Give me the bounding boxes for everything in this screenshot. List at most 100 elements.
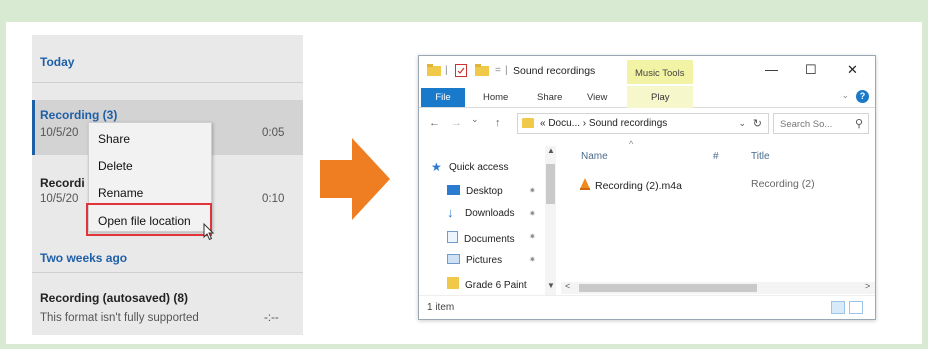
scroll-down-icon[interactable]: ▼ [547,281,555,290]
pin-icon: ✷ [529,209,536,218]
qat-dropdown-icon[interactable]: = [495,65,501,76]
address-path: « Docu... › Sound recordings [540,118,668,129]
menu-item-share[interactable]: Share [98,132,130,146]
file-explorer-window: | = | Sound recordings Music Tools — ☐ ✕… [418,55,876,320]
nav-item-documents[interactable]: Documents [447,231,515,245]
file-title: Recording (2) [751,178,815,190]
highlight-box [86,203,212,236]
properties-icon[interactable] [455,64,467,77]
expand-ribbon-icon[interactable]: ⌄ [841,90,849,101]
mouse-cursor-icon [203,223,215,241]
address-row: ← → ⌄ ↑ « Docu... › Sound recordings ⌄ ↻… [419,109,875,137]
navigation-pane: ★ Quick access Desktop ✷ ↓ Downloads ✷ Doc… [419,138,559,296]
section-today: Today [40,55,75,69]
status-bar: 1 item [419,295,875,319]
desktop-icon [447,185,460,195]
up-button[interactable]: ↑ [495,117,501,129]
pictures-icon [447,254,460,264]
folder-icon [522,118,534,128]
divider [32,82,303,83]
scrollbar-thumb[interactable] [546,164,555,204]
recording-note: This format isn't fully supported [40,312,199,324]
nav-item-pictures[interactable]: Pictures [447,254,502,266]
item-count: 1 item [427,302,455,313]
tab-file[interactable]: File [421,88,465,107]
arrow-right-icon [320,138,390,220]
new-folder-icon[interactable] [475,64,489,76]
menu-item-rename[interactable]: Rename [98,186,143,200]
nav-item-desktop[interactable]: Desktop [447,185,503,197]
pin-icon: ✷ [529,232,536,241]
star-icon: ★ [431,160,442,174]
nav-item-label: Pictures [466,255,503,266]
tab-play[interactable]: Play [627,86,693,108]
folder-icon [447,277,459,289]
large-icons-view-icon[interactable] [849,301,863,314]
search-placeholder: Search So... [780,119,833,130]
menu-item-delete[interactable]: Delete [98,159,133,173]
column-header-number[interactable]: # [713,151,719,162]
recording-duration: 0:10 [262,193,285,205]
title-separator: | [505,65,508,76]
scroll-right-icon[interactable]: > [865,281,870,291]
nav-item-label: Grade 6 Paint [465,280,527,291]
nav-item-label: Desktop [466,186,503,197]
column-header-name[interactable]: Name [581,151,608,162]
recording-title: Recordi [40,176,85,190]
selection-indicator [32,100,35,155]
search-icon: ⚲ [854,118,863,130]
close-button[interactable]: ✕ [847,62,858,78]
nav-item-label: Quick access [449,162,509,173]
scroll-left-icon[interactable]: < [565,281,570,291]
tab-view[interactable]: View [587,92,607,103]
help-icon[interactable]: ? [856,90,869,103]
tab-home[interactable]: Home [483,92,508,103]
forward-button[interactable]: → [451,117,462,129]
refresh-icon[interactable]: ↻ [753,117,762,130]
tab-play-label: Play [651,92,670,103]
column-header-title[interactable]: Title [751,151,770,162]
title-bar: | = | Sound recordings Music Tools — ☐ ✕ [419,56,875,86]
recording-title: Recording (3) [40,108,118,122]
back-button[interactable]: ← [429,117,440,129]
scroll-up-icon[interactable]: ▲ [547,146,555,155]
recording-duration: -:-- [264,312,279,324]
recent-locations-button[interactable]: ⌄ [471,114,479,125]
nav-item-label: Downloads [465,208,515,219]
minimize-button[interactable]: — [765,62,778,77]
nav-item-downloads[interactable]: ↓ Downloads [447,205,515,220]
pin-icon: ✷ [529,255,536,264]
sort-indicator-icon: ^ [629,139,634,149]
context-tab-group-label: Music Tools [635,68,685,79]
tab-share[interactable]: Share [537,92,562,103]
vlc-file-icon [580,178,590,190]
pin-icon: ✷ [529,186,536,195]
file-row[interactable]: Recording (2).m4a [579,178,682,192]
section-two-weeks-ago: Two weeks ago [40,251,128,265]
context-tab-group: Music Tools [627,60,693,84]
divider [32,272,303,273]
file-list: ^ Name # Title Recording (2).m4a Recordi… [561,138,875,296]
nav-scrollbar[interactable]: ▲ ▼ [545,146,556,296]
recording-duration: 0:05 [262,127,285,139]
address-bar[interactable]: « Docu... › Sound recordings ⌄ ↻ [517,113,769,134]
nav-item-label: Documents [464,234,515,245]
recording-date: 10/5/20 [40,193,79,205]
address-dropdown-icon[interactable]: ⌄ [738,118,746,129]
maximize-button[interactable]: ☐ [805,62,817,78]
horizontal-scrollbar[interactable]: < > [561,281,875,294]
scrollbar-thumb[interactable] [579,284,757,292]
nav-item-grade-6-paint[interactable]: Grade 6 Paint [447,277,527,291]
download-icon: ↓ [447,205,454,220]
folder-icon [427,64,441,76]
recording-date: 10/5/20 [40,127,79,139]
nav-item-quick-access[interactable]: ★ Quick access [431,160,509,174]
documents-icon [447,231,458,243]
recording-title: Recording (autosaved) (8) [40,291,189,305]
window-title: Sound recordings [513,65,596,77]
file-name: Recording (2).m4a [595,180,682,192]
ribbon-tabs: File Home Share View Play ⌄ ? [419,86,875,108]
search-box[interactable]: Search So... ⚲ [773,113,869,134]
details-view-icon[interactable] [831,301,845,314]
title-separator: | [445,65,448,76]
